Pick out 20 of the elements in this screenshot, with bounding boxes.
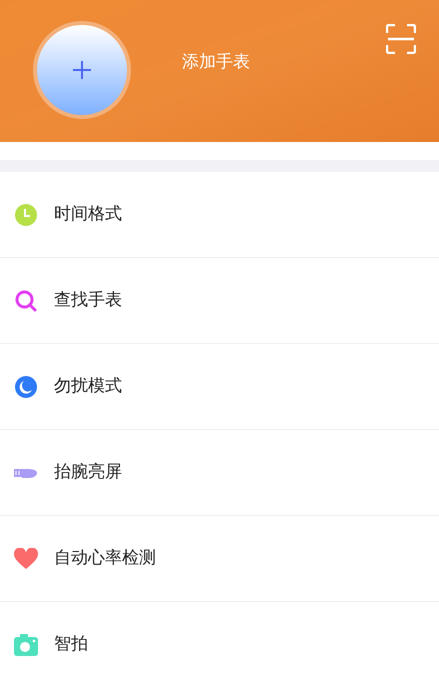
- clock-icon: [15, 204, 37, 226]
- menu-label: 抬腕亮屏: [54, 460, 122, 484]
- menu-item[interactable]: 自动心率检测: [0, 516, 439, 602]
- heart-icon: [14, 548, 38, 570]
- scan-icon[interactable]: [386, 24, 416, 54]
- menu-label: 勿扰模式: [54, 374, 122, 398]
- menu-label: 查找手表: [54, 288, 122, 312]
- menu-item[interactable]: 时间格式: [0, 172, 439, 258]
- menu-item[interactable]: 抬腕亮屏: [0, 430, 439, 516]
- menu-item[interactable]: 查找手表: [0, 258, 439, 344]
- search-icon: [15, 290, 37, 312]
- menu-item[interactable]: 勿扰模式: [0, 344, 439, 430]
- menu-label: 时间格式: [54, 202, 122, 226]
- camera-icon: [14, 634, 38, 656]
- moon-icon: [15, 376, 37, 398]
- menu-label: 智拍: [54, 632, 88, 656]
- plus-icon: [72, 60, 92, 80]
- menu-label: 自动心率检测: [54, 546, 156, 570]
- menu-item[interactable]: 智拍: [0, 602, 439, 683]
- add-watch-label: 添加手表: [182, 51, 250, 74]
